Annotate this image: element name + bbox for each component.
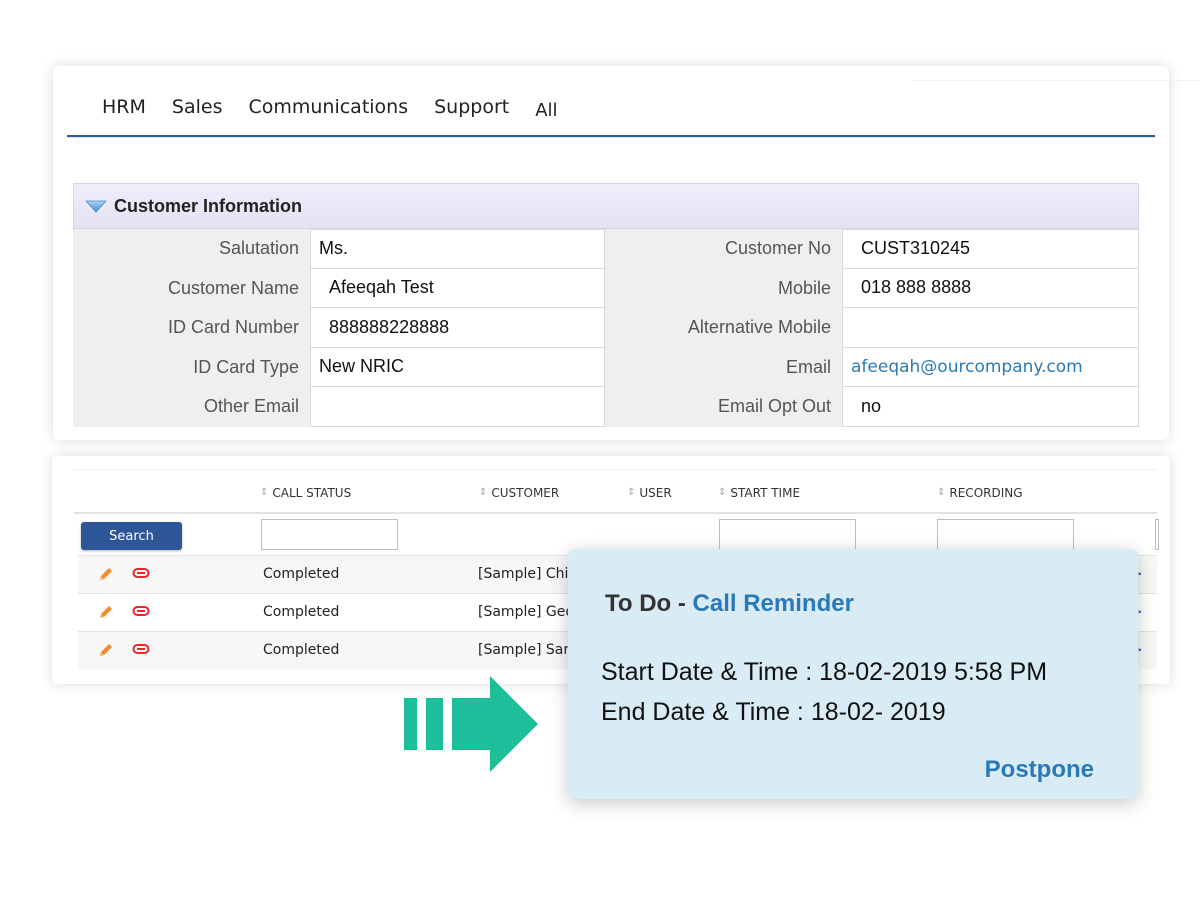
column-header-call-status[interactable]: ⇕ CALL STATUS [260,486,351,500]
sort-icon: ⇕ [627,487,636,498]
column-header-label: START TIME [730,486,801,500]
sort-icon: ⇕ [260,487,269,498]
customer-no-value: CUST310245 [842,229,1139,269]
right-arrow-icon [404,676,538,772]
column-header-label: CALL STATUS [272,486,352,500]
customer-fields-grid: Salutation Ms. Customer No CUST310245 Cu… [73,229,1139,427]
field-label: Salutation [73,229,310,269]
column-header-recording[interactable]: ⇕ RECORDING [937,486,1023,500]
nav-item-all[interactable]: All [535,100,557,121]
mobile-value: 018 888 8888 [842,268,1139,308]
header-divider [74,512,1157,514]
customer-card: HRM Sales Communications Support All Cus… [53,66,1200,440]
section-header[interactable]: Customer Information [73,183,1139,229]
customer-cell[interactable]: [Sample] Geo [478,604,574,620]
id-card-number-value: 888888228888 [310,308,605,348]
other-email-value [310,387,605,427]
email-link[interactable]: afeeqah@ourcompany.com [842,347,1139,387]
nav-item-communications[interactable]: Communications [248,96,408,118]
column-header-customer[interactable]: ⇕ CUSTOMER [479,486,559,500]
field-label: Email [605,347,842,387]
popup-title-prefix: To Do - [605,590,693,617]
section-title: Customer Information [114,195,303,216]
field-label: Alternative Mobile [605,308,842,348]
field-label: ID Card Type [73,347,310,387]
salutation-value: Ms. [310,229,605,269]
recording-filter-input[interactable] [937,519,1074,550]
column-header-label: USER [639,486,672,500]
id-card-type-value: New NRIC [310,347,605,387]
top-nav: HRM Sales Communications Support All [102,94,584,121]
sort-icon: ⇕ [937,487,946,498]
collapse-triangle-icon[interactable] [85,199,107,213]
popup-title-accent: Call Reminder [692,590,854,617]
column-header-label: CUSTOMER [491,486,560,500]
column-header-user[interactable]: ⇕ USER [627,486,672,500]
field-label: ID Card Number [73,308,310,348]
nav-underline [67,135,1155,138]
postpone-button[interactable]: Postpone [985,756,1094,784]
email-opt-out-value: no [842,387,1139,427]
field-label: Other Email [73,387,310,427]
divider [74,469,1157,470]
end-datetime: End Date & Time : 18-02- 2019 [601,698,946,726]
popup-title: To Do - Call Reminder [605,590,854,618]
customer-information-section: Customer Information Salutation Ms. Cust… [73,183,1139,440]
start-datetime: Start Date & Time : 18-02-2019 5:58 PM [601,658,1048,686]
field-label: Mobile [605,268,842,308]
field-label: Customer No [605,229,842,269]
column-header-start-time[interactable]: ⇕ START TIME [718,486,800,500]
column-header-label: RECORDING [949,486,1023,500]
customer-cell[interactable]: [Sample] Chin [478,566,577,582]
nav-item-sales[interactable]: Sales [172,96,223,118]
sort-icon: ⇕ [479,487,488,498]
field-label: Customer Name [73,268,310,308]
alternative-mobile-value [842,308,1139,348]
nav-item-support[interactable]: Support [434,96,509,118]
nav-item-hrm[interactable]: HRM [102,96,146,118]
filter-input-partial[interactable] [1155,519,1159,550]
customer-name-value: Afeeqah Test [310,268,605,308]
divider [913,80,1200,81]
call-reminder-popup: To Do - Call Reminder Start Date & Time … [568,549,1138,799]
field-label: Email Opt Out [605,387,842,427]
call-status-filter-input[interactable] [261,519,398,550]
search-button[interactable]: Search [81,522,182,550]
sort-icon: ⇕ [718,487,727,498]
customer-cell[interactable]: [Sample] Sar [478,642,569,658]
start-time-filter-input[interactable] [719,519,856,550]
